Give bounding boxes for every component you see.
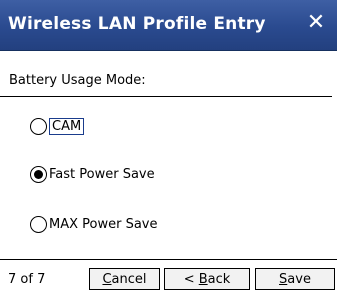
radio-label-max-power-save: MAX Power Save <box>49 217 158 232</box>
radio-button-icon[interactable] <box>30 216 47 233</box>
save-label-rest: ave <box>287 272 311 287</box>
radio-button-checked-icon[interactable] <box>30 166 47 183</box>
save-mnemonic: S <box>279 272 288 287</box>
radio-label-cam: CAM <box>49 118 85 135</box>
title-bar: Wireless LAN Profile Entry ✕ <box>0 0 337 51</box>
radio-option-fast-power-save[interactable]: Fast Power Save <box>30 166 155 183</box>
back-mnemonic: B <box>198 272 208 287</box>
divider <box>0 96 332 97</box>
radio-option-cam[interactable]: CAM <box>30 118 85 135</box>
close-icon[interactable]: ✕ <box>305 12 327 34</box>
cancel-mnemonic: C <box>102 272 112 287</box>
window-title: Wireless LAN Profile Entry <box>8 14 266 34</box>
save-button[interactable]: Save <box>255 268 335 290</box>
cancel-button[interactable]: Cancel <box>89 268 160 290</box>
radio-label-fast-power-save: Fast Power Save <box>49 167 155 182</box>
back-button[interactable]: < Back <box>164 268 250 290</box>
back-label-rest: ack <box>207 272 231 287</box>
battery-usage-mode-label: Battery Usage Mode: <box>9 73 146 88</box>
radio-button-icon[interactable] <box>30 118 47 135</box>
page-counter: 7 of 7 <box>8 272 46 287</box>
back-prefix: < <box>183 272 199 287</box>
radio-option-max-power-save[interactable]: MAX Power Save <box>30 216 158 233</box>
cancel-label-rest: ancel <box>111 272 147 287</box>
bottom-bar: 7 of 7 Cancel < Back Save <box>0 259 337 296</box>
